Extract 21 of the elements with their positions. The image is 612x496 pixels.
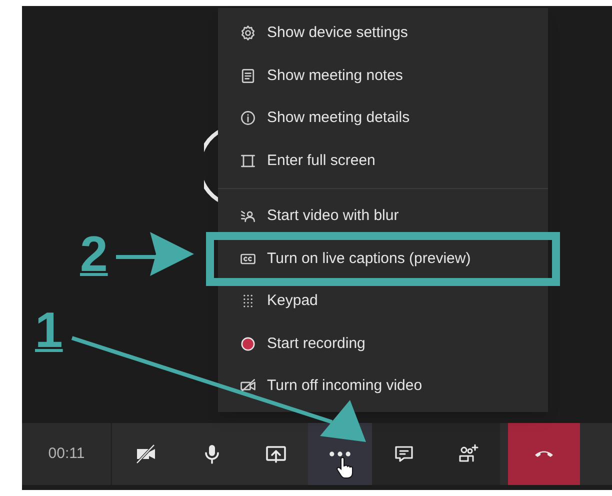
menu-item[interactable]: Turn off incoming video (218, 365, 548, 408)
info-icon (239, 109, 257, 128)
gear-icon (239, 24, 257, 42)
step-number: 2 (80, 226, 108, 282)
hang-up-icon (533, 450, 555, 458)
people-button[interactable] (436, 423, 500, 485)
notes-icon (239, 66, 257, 85)
menu-item[interactable]: Start video with blur (218, 195, 548, 238)
menu-item[interactable]: Start recording (218, 322, 548, 365)
menu-item[interactable]: Turn on live captions (preview) (212, 238, 554, 280)
camera-off-icon (134, 442, 158, 466)
menu-item[interactable]: Show meeting notes (218, 54, 548, 97)
menu-item[interactable]: Enter full screen (218, 140, 548, 182)
more-icon (329, 451, 351, 457)
step-number: 1 (35, 302, 63, 358)
record-icon (239, 334, 257, 353)
menu-item[interactable]: Show meeting details (218, 97, 548, 140)
chat-button[interactable] (372, 423, 436, 485)
menu-item[interactable]: Show device settings (218, 12, 548, 54)
menu-item[interactable]: Keypad (218, 280, 548, 322)
hand-cursor-icon (336, 457, 354, 479)
